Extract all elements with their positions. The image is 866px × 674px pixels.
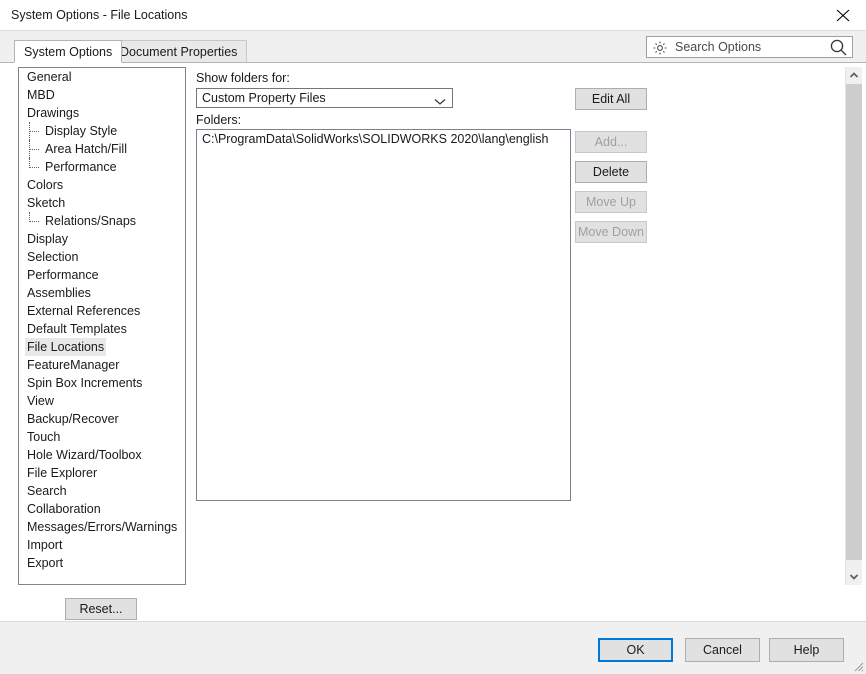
sidebar-item-label: File Locations [25,338,107,356]
sidebar-item-label: Messages/Errors/Warnings [27,520,178,534]
sidebar-item-colors[interactable]: Colors [19,176,185,194]
sidebar-item-area-hatch-fill[interactable]: Area Hatch/Fill [19,140,185,158]
ok-button[interactable]: OK [598,638,673,662]
sidebar-item-mbd[interactable]: MBD [19,86,185,104]
title-bar: System Options - File Locations [0,0,866,31]
sidebar-item-search[interactable]: Search [19,482,185,500]
sidebar-item-external-references[interactable]: External References [19,302,185,320]
sidebar-item-display[interactable]: Display [19,230,185,248]
sidebar-item-label: Collaboration [27,502,101,516]
sidebar-item-featuremanager[interactable]: FeatureManager [19,356,185,374]
sidebar-item-messages-errors-warnings[interactable]: Messages/Errors/Warnings [19,518,185,536]
search-input[interactable] [675,37,825,57]
sidebar-item-label: Default Templates [27,322,127,336]
sidebar-item-display-style[interactable]: Display Style [19,122,185,140]
folders-listbox[interactable]: C:\ProgramData\SolidWorks\SOLIDWORKS 202… [196,129,571,501]
sidebar-item-label: Relations/Snaps [45,214,137,228]
sidebar-item-label: File Explorer [27,466,98,480]
sidebar-item-general[interactable]: General [19,68,185,86]
sidebar-item-label: Export [27,556,64,570]
scroll-down-button[interactable] [846,568,862,585]
sidebar-item-label: Area Hatch/Fill [45,142,127,156]
sidebar-item-spin-box-increments[interactable]: Spin Box Increments [19,374,185,392]
options-scrollbar[interactable] [845,67,862,585]
folder-type-dropdown[interactable]: Custom Property Files [196,88,453,108]
delete-button[interactable]: Delete [575,161,647,183]
sidebar-item-label: Import [27,538,63,552]
sidebar-item-label: Touch [27,430,61,444]
folder-type-value: Custom Property Files [202,91,326,105]
cancel-button[interactable]: Cancel [685,638,760,662]
close-button[interactable] [821,0,866,30]
resize-grip[interactable] [852,660,864,672]
sidebar-item-label: Backup/Recover [27,412,119,426]
chevron-down-icon [849,574,859,580]
sidebar-item-label: Sketch [27,196,66,210]
sidebar-item-label: Performance [27,268,99,282]
sidebar-item-default-templates[interactable]: Default Templates [19,320,185,338]
sidebar-item-label: Spin Box Increments [27,376,143,390]
system-options-dialog: System Options - File Locations System O… [0,0,866,674]
sidebar-item-collaboration[interactable]: Collaboration [19,500,185,518]
sidebar-item-backup-recover[interactable]: Backup/Recover [19,410,185,428]
sidebar-item-drawings[interactable]: Drawings [19,104,185,122]
sidebar-item-hole-wizard-toolbox[interactable]: Hole Wizard/Toolbox [19,446,185,464]
close-icon [836,9,850,22]
scroll-up-button[interactable] [846,67,862,84]
tab-document-properties[interactable]: Document Properties [110,40,248,63]
sidebar-item-label: Performance [45,160,117,174]
chevron-down-icon [434,95,446,109]
sidebar-item-label: Drawings [27,106,80,120]
sidebar-item-view[interactable]: View [19,392,185,410]
tab-system-options[interactable]: System Options [14,40,123,63]
window-title: System Options - File Locations [11,8,188,22]
folders-label: Folders: [196,113,242,127]
search-options-box[interactable] [646,36,853,58]
tree-connector [29,149,39,151]
sidebar-item-label: External References [27,304,141,318]
tree-connector [29,221,39,223]
sidebar-item-sketch[interactable]: Sketch [19,194,185,212]
sidebar-item-performance[interactable]: Performance [19,158,185,176]
scrollbar-thumb[interactable] [846,84,862,560]
sidebar-item-performance[interactable]: Performance [19,266,185,284]
tree-connector [29,167,39,169]
sidebar-item-label: Hole Wizard/Toolbox [27,448,142,462]
tree-connector [29,131,39,133]
search-icon[interactable] [829,38,848,60]
sidebar-item-label: General [27,70,72,84]
category-tree[interactable]: General MBD Drawings Display Style Area Hatc… [18,67,186,585]
sidebar-item-import[interactable]: Import [19,536,185,554]
sidebar-item-label: Selection [27,250,79,264]
sidebar-item-label: View [27,394,54,408]
add-button: Add... [575,131,647,153]
show-folders-for-label: Show folders for: [196,71,290,85]
sidebar-item-label: Colors [27,178,64,192]
edit-all-button[interactable]: Edit All [575,88,647,110]
sidebar-item-assemblies[interactable]: Assemblies [19,284,185,302]
move-down-button: Move Down [575,221,647,243]
help-button[interactable]: Help [769,638,844,662]
sidebar-item-selection[interactable]: Selection [19,248,185,266]
sidebar-item-label: Display [27,232,68,246]
move-up-button: Move Up [575,191,647,213]
reset-button[interactable]: Reset... [65,598,137,620]
sidebar-item-label: Assemblies [27,286,91,300]
folder-list-item[interactable]: C:\ProgramData\SolidWorks\SOLIDWORKS 202… [197,130,570,148]
sidebar-item-label: Display Style [45,124,118,138]
gear-icon [652,40,668,59]
sidebar-item-label: FeatureManager [27,358,120,372]
sidebar-item-file-locations[interactable]: File Locations [19,338,185,356]
sidebar-item-export[interactable]: Export [19,554,185,572]
sidebar-item-label: Search [27,484,67,498]
chevron-up-icon [849,72,859,78]
sidebar-item-file-explorer[interactable]: File Explorer [19,464,185,482]
sidebar-item-label: MBD [27,88,55,102]
sidebar-item-relations-snaps[interactable]: Relations/Snaps [19,212,185,230]
sidebar-item-touch[interactable]: Touch [19,428,185,446]
